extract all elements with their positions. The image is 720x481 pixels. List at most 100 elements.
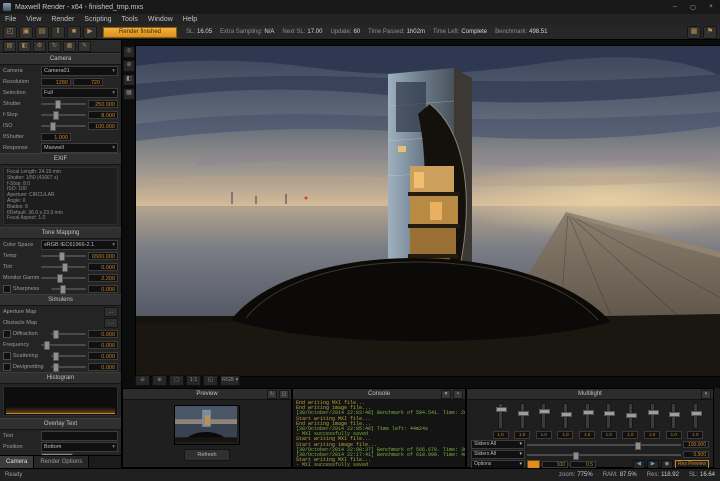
zoom-fit-icon[interactable]: ▢ (169, 375, 184, 386)
slider-handle[interactable] (60, 285, 66, 294)
emitter-slider-3[interactable]: 1.0 (536, 403, 551, 439)
emitter-slider-6[interactable]: 1.0 (601, 403, 616, 439)
sliders-all-select[interactable]: Sliders All▾ (471, 450, 525, 459)
lock-view-icon[interactable]: ◧ (18, 41, 31, 52)
channel-select-icon[interactable]: RGB ▾ (220, 375, 240, 386)
frequency-slider[interactable] (41, 344, 86, 346)
sliders-all-select[interactable]: Sliders All▾ (471, 440, 525, 449)
menu-item-scripting[interactable]: Scripting (79, 16, 116, 23)
edit-icon[interactable]: ✎ (78, 41, 91, 52)
section-header-histogram[interactable]: Histogram (0, 372, 121, 384)
camera-select[interactable]: Camera01▾ (41, 66, 118, 76)
selection-select[interactable]: Full▾ (41, 88, 118, 98)
compare-icon[interactable]: ◧ (123, 74, 135, 86)
intensity-slider[interactable] (527, 444, 681, 446)
multilight-value-1[interactable]: 100 (542, 461, 568, 468)
reset-icon[interactable]: ↻ (48, 41, 61, 52)
emitter-value[interactable]: 1.0 (666, 431, 682, 439)
slider-handle[interactable] (583, 410, 594, 415)
slider-handle[interactable] (518, 411, 529, 416)
slider-handle[interactable] (57, 274, 63, 283)
temp-value[interactable]: 6500.000 (88, 252, 118, 260)
section-header-simulens[interactable]: Simulens (0, 294, 121, 306)
open-icon[interactable]: ◰ (3, 26, 17, 39)
emitter-slider-9[interactable]: 1.0 (666, 403, 681, 439)
text-input[interactable] (41, 431, 118, 441)
width-value[interactable]: 1280 (41, 78, 71, 86)
scattering-slider[interactable] (51, 355, 86, 357)
emitter-value[interactable]: 1.0 (601, 431, 617, 439)
tab-camera[interactable]: Camera (0, 456, 34, 468)
expand-view-icon[interactable]: ◱ (203, 375, 218, 386)
menu-item-file[interactable]: File (0, 16, 21, 23)
frequency-value[interactable]: 0.000 (88, 341, 118, 349)
height-value[interactable]: 720 (73, 78, 103, 86)
slider-handle[interactable] (561, 412, 572, 417)
devignetting-value[interactable]: 0.000 (88, 363, 118, 371)
response-select[interactable]: Maxwell▾ (41, 143, 118, 153)
menu-item-tools[interactable]: Tools (117, 16, 143, 23)
pause-icon[interactable]: ‖ (51, 26, 65, 39)
grid-small-icon[interactable]: ▦ (63, 41, 76, 52)
flag-icon[interactable]: ⚑ (703, 26, 717, 39)
detach-icon[interactable]: ◱ (279, 390, 289, 399)
render-image[interactable] (135, 45, 720, 377)
slider-handle[interactable] (55, 100, 61, 109)
slider-handle[interactable] (604, 411, 615, 416)
intensity-slider[interactable] (527, 454, 681, 456)
emitter-slider-10[interactable]: 1.0 (688, 403, 703, 439)
slider-handle[interactable] (59, 252, 65, 261)
emitter-slider-2[interactable]: 1.0 (515, 403, 530, 439)
sharpness-value[interactable]: 0.000 (88, 285, 118, 293)
emitter-slider-7[interactable]: 1.0 (623, 403, 638, 439)
section-header-tone-mapping[interactable]: Tone Mapping (0, 227, 121, 239)
emitter-slider-8[interactable]: 1.0 (645, 403, 660, 439)
monitor-gamma-value[interactable]: 2.200 (88, 274, 118, 282)
emitter-value[interactable]: 1.0 (579, 431, 595, 439)
emitter-value[interactable]: 1.0 (557, 431, 573, 439)
tab-render-options[interactable]: Render Options (34, 456, 89, 468)
section-header-exif[interactable]: EXIF (0, 153, 121, 165)
slider-handle[interactable] (50, 122, 56, 131)
zoom-1-1-icon[interactable]: 1:1 (186, 375, 201, 386)
save-icon[interactable]: ▣ (19, 26, 33, 39)
slider-handle[interactable] (648, 410, 659, 415)
devignetting-checkbox[interactable] (3, 363, 11, 371)
monitor-gamma-slider[interactable] (41, 277, 86, 279)
diffraction-value[interactable]: 0.000 (88, 330, 118, 338)
refresh-button[interactable]: Refresh (184, 449, 230, 461)
menu-item-render[interactable]: Render (46, 16, 79, 23)
f-stop-value[interactable]: 8.000 (88, 111, 118, 119)
intensity-value[interactable]: 100.000 (683, 441, 709, 448)
slider-handle[interactable] (53, 363, 59, 372)
slider-handle[interactable] (496, 407, 507, 412)
maximize-button[interactable]: ▢ (684, 0, 702, 14)
slider-handle[interactable] (53, 330, 59, 339)
emitter-value[interactable]: 1.0 (644, 431, 660, 439)
iso-value[interactable]: 100.000 (88, 122, 118, 130)
pan-icon[interactable]: ◎ (123, 46, 135, 58)
emitter-value[interactable]: 1.0 (536, 431, 552, 439)
sharpness-slider[interactable] (51, 288, 86, 290)
scattering-value[interactable]: 0.000 (88, 352, 118, 360)
slider-handle[interactable] (44, 341, 50, 350)
slider-handle[interactable] (539, 409, 550, 414)
f-shutter-value[interactable]: 1.000 (41, 133, 71, 141)
diffraction-checkbox[interactable] (3, 330, 11, 338)
slider-handle[interactable] (573, 452, 579, 460)
zoom-tool-icon[interactable]: ⊕ (123, 60, 135, 72)
zoom-out-icon[interactable]: ⊖ (135, 375, 150, 386)
channels-icon[interactable]: ▦ (123, 88, 135, 100)
temp-slider[interactable] (41, 255, 86, 257)
section-header-overlay-text[interactable]: Overlay Text (0, 418, 121, 430)
section-header-camera[interactable]: Camera (0, 53, 121, 65)
obstacle-map-browse-button[interactable]: ... (104, 318, 118, 328)
slider-handle[interactable] (62, 263, 68, 272)
f-stop-slider[interactable] (41, 114, 86, 116)
slider-handle[interactable] (53, 111, 59, 120)
close-button[interactable]: × (702, 0, 720, 14)
sharpness-checkbox[interactable] (3, 285, 11, 293)
slider-handle[interactable] (626, 413, 637, 418)
settings-icon[interactable]: ⚙ (33, 41, 46, 52)
grid-icon[interactable]: ▦ (687, 26, 701, 39)
